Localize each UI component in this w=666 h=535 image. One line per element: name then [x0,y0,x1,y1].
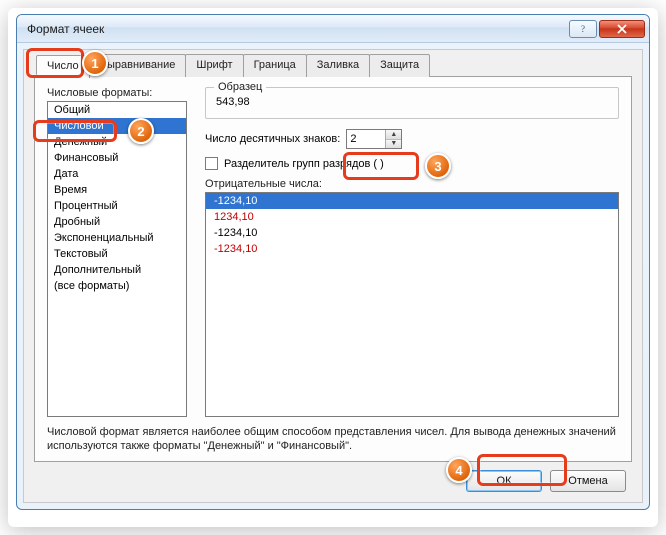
tab-strip: ЧислоВыравниваниеШрифтГраницаЗаливкаЗащи… [36,54,632,77]
tab-4[interactable]: Заливка [306,54,370,77]
negative-numbers-label: Отрицательные числа: [205,178,619,190]
list-item[interactable]: Время [48,182,186,198]
titlebar: Формат ячеек ? [17,15,649,43]
list-item[interactable]: -1234,10 [206,193,618,209]
number-formats-list[interactable]: ОбщийЧисловойДенежныйФинансовыйДатаВремя… [47,101,187,417]
close-icon [616,24,628,34]
thousands-separator-label: Разделитель групп разрядов ( ) [224,158,384,170]
list-item[interactable]: Финансовый [48,150,186,166]
help-icon: ? [578,24,588,34]
list-item[interactable]: Экспоненциальный [48,230,186,246]
list-item[interactable]: Числовой [48,118,186,134]
format-cells-dialog: Формат ячеек ? ЧислоВыравниваниеШрифтГра… [16,14,650,510]
list-item[interactable]: Дробный [48,214,186,230]
decimal-places-input[interactable] [347,130,385,148]
negative-numbers-list[interactable]: -1234,101234,10-1234,10-1234,10 [205,192,619,417]
tab-panel-number: Числовые форматы: ОбщийЧисловойДенежныйФ… [34,76,632,462]
list-item[interactable]: -1234,10 [206,225,618,241]
list-item[interactable]: -1234,10 [206,241,618,257]
decimal-places-label: Число десятичных знаков: [205,133,340,145]
dialog-buttons: ОК Отмена [34,462,632,494]
list-item[interactable]: Дата [48,166,186,182]
tab-2[interactable]: Шрифт [185,54,243,77]
cancel-button[interactable]: Отмена [550,470,626,492]
format-description: Числовой формат является наиболее общим … [47,425,619,453]
list-item[interactable]: Дополнительный [48,262,186,278]
dialog-body: ЧислоВыравниваниеШрифтГраницаЗаливкаЗащи… [23,49,643,503]
list-item[interactable]: (все форматы) [48,278,186,294]
list-item[interactable]: Процентный [48,198,186,214]
sample-group: Образец 543,98 [205,87,619,119]
list-item[interactable]: 1234,10 [206,209,618,225]
tab-0[interactable]: Число [36,55,90,78]
sample-value: 543,98 [216,96,608,108]
tab-3[interactable]: Граница [243,54,307,77]
window-title: Формат ячеек [27,22,567,36]
decimal-places-spinner[interactable]: ▲ ▼ [346,129,402,149]
tab-1[interactable]: Выравнивание [89,54,187,77]
sample-legend: Образец [214,81,266,93]
list-item[interactable]: Текстовый [48,246,186,262]
ok-button[interactable]: ОК [466,470,542,492]
close-button[interactable] [599,20,645,38]
list-item[interactable]: Общий [48,102,186,118]
svg-text:?: ? [581,24,585,34]
thousands-separator-checkbox[interactable] [205,157,218,170]
number-formats-label: Числовые форматы: [47,87,187,99]
tab-5[interactable]: Защита [369,54,430,77]
spinner-down[interactable]: ▼ [386,140,401,149]
help-button[interactable]: ? [569,20,597,38]
list-item[interactable]: Денежный [48,134,186,150]
spinner-up[interactable]: ▲ [386,130,401,140]
